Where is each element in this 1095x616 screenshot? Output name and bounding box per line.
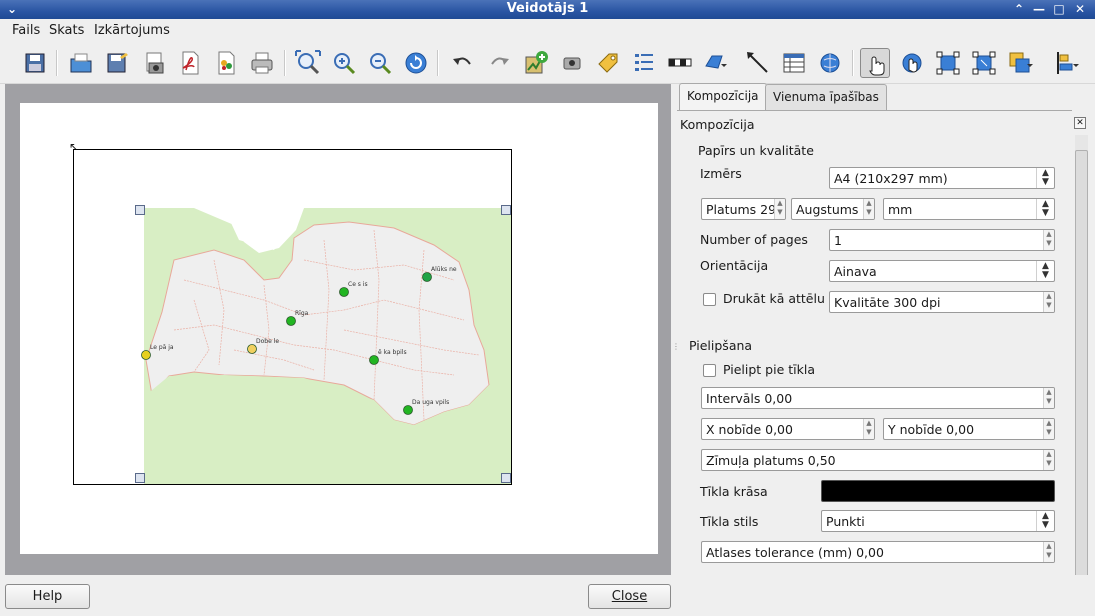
- pen-width-field[interactable]: Zīmuļa platums 0,50 ▲ ▼: [701, 449, 1055, 471]
- paper-size-select[interactable]: A4 (210x297 mm) ▲ ▼: [829, 167, 1055, 189]
- grid-style-select[interactable]: Punkti ▲ ▼: [821, 510, 1055, 532]
- panel-header: Kompozīcija: [680, 117, 755, 132]
- add-arrow-icon[interactable]: [743, 48, 773, 78]
- city-label: Da uga vpils: [412, 399, 449, 406]
- paper-height-field[interactable]: Augstums 2 ▲ ▼: [791, 198, 875, 220]
- properties-panel: Kompozīcija Vienuma īpašības Kompozīcija…: [677, 83, 1090, 582]
- refresh-icon[interactable]: [401, 48, 431, 78]
- toolbar: [0, 42, 1095, 84]
- zoom-out-icon[interactable]: [365, 48, 395, 78]
- group-icon[interactable]: [933, 48, 963, 78]
- resize-handle-top-left[interactable]: [135, 205, 145, 215]
- city-marker: [286, 316, 296, 326]
- shade-icon[interactable]: ⌃: [1010, 1, 1028, 17]
- city-marker: [141, 350, 151, 360]
- minimize-icon[interactable]: —: [1030, 1, 1048, 17]
- add-map-icon[interactable]: [521, 48, 551, 78]
- print-icon[interactable]: [247, 48, 277, 78]
- resize-handle-bottom-right[interactable]: [501, 473, 511, 483]
- help-button[interactable]: Help: [5, 584, 90, 609]
- tab-item-properties[interactable]: Vienuma īpašības: [765, 84, 887, 110]
- resize-handle-top-right[interactable]: [501, 205, 511, 215]
- close-button[interactable]: Close: [588, 584, 671, 609]
- maximize-icon[interactable]: □: [1050, 1, 1068, 17]
- paper-page: ↖ Ce s is Alūks ne Rīga Le pā ja Dobe le…: [20, 103, 658, 554]
- close-panel-icon[interactable]: ✕: [1074, 117, 1086, 129]
- close-window-icon[interactable]: ✕: [1071, 1, 1089, 17]
- undo-icon[interactable]: [448, 48, 478, 78]
- city-label: Rīga: [295, 310, 309, 317]
- menu-view[interactable]: Skats: [49, 23, 84, 38]
- city-label: Le pā ja: [150, 344, 174, 351]
- size-label: Izmērs: [700, 166, 742, 181]
- save-template-icon[interactable]: [102, 48, 132, 78]
- add-scalebar-icon[interactable]: [665, 48, 695, 78]
- add-image-icon[interactable]: [557, 48, 587, 78]
- grid-color-button[interactable]: [821, 480, 1055, 502]
- city-label: Alūks ne: [431, 266, 457, 273]
- orientation-select[interactable]: Ainava ▲ ▼: [829, 260, 1055, 282]
- city-label: Ce s is: [348, 281, 368, 288]
- quality-field[interactable]: Kvalitāte 300 dpi ▲ ▼: [829, 291, 1055, 313]
- add-label-icon[interactable]: [593, 48, 623, 78]
- export-pdf-icon[interactable]: [175, 48, 205, 78]
- open-template-icon[interactable]: [66, 48, 96, 78]
- snap-grid-label: Pielipt pie tīkla: [723, 362, 815, 377]
- snap-grid-checkbox[interactable]: [703, 364, 716, 377]
- export-svg-icon[interactable]: [211, 48, 241, 78]
- tab-composition[interactable]: Kompozīcija: [679, 83, 767, 111]
- redo-icon[interactable]: [484, 48, 514, 78]
- zoom-in-icon[interactable]: [329, 48, 359, 78]
- map-canvas: Ce s is Alūks ne Rīga Le pā ja Dobe le ē ka b…: [141, 208, 511, 484]
- align-icon[interactable]: [1052, 48, 1082, 78]
- export-image-icon[interactable]: [139, 48, 169, 78]
- save-icon[interactable]: [20, 48, 50, 78]
- city-marker: [247, 344, 257, 354]
- scrollbar-thumb[interactable]: [1075, 150, 1088, 582]
- dialog-button-bar: Help Close: [0, 575, 1095, 616]
- selection-tolerance-field[interactable]: Atlases tolerance (mm) 0,00 ▲ ▼: [701, 541, 1055, 563]
- menu-file[interactable]: Fails: [12, 23, 40, 38]
- add-legend-icon[interactable]: [629, 48, 659, 78]
- menu-layout[interactable]: Izkārtojums: [94, 23, 170, 38]
- city-label: ē ka bpils: [378, 349, 407, 356]
- resize-handle-bottom-left[interactable]: [135, 473, 145, 483]
- orientation-label: Orientācija: [700, 258, 769, 273]
- pages-label: Number of pages: [700, 232, 808, 247]
- composition-tab-body: Kompozīcija ✕ Papīrs un kvalitāte Izmērs…: [677, 110, 1086, 575]
- units-select[interactable]: mm ▲ ▼: [883, 198, 1055, 220]
- paper-width-field[interactable]: Platums 29 ▲ ▼: [701, 198, 786, 220]
- grid-interval-field[interactable]: Intervāls 0,00 ▲ ▼: [701, 387, 1055, 409]
- paper-quality-group: Papīrs un kvalitāte: [698, 143, 814, 158]
- x-offset-field[interactable]: X nobīde 0,00 ▲ ▼: [701, 418, 875, 440]
- select-move-icon[interactable]: [860, 48, 890, 78]
- title-bar: ⌄ Veidotājs 1 ⌃ — □ ✕: [0, 0, 1095, 19]
- add-table-icon[interactable]: [779, 48, 809, 78]
- panel-scrollbar[interactable]: [1075, 135, 1088, 582]
- grid-color-label: Tīkla krāsa: [700, 484, 768, 499]
- ungroup-icon[interactable]: [969, 48, 999, 78]
- city-marker: [422, 272, 432, 282]
- raise-lower-icon[interactable]: [1006, 48, 1036, 78]
- zoom-full-icon[interactable]: [293, 48, 323, 78]
- grid-style-label: Tīkla stils: [700, 514, 759, 529]
- pages-field[interactable]: 1 ▲ ▼: [829, 229, 1055, 251]
- y-offset-field[interactable]: Y nobīde 0,00 ▲ ▼: [883, 418, 1055, 440]
- print-as-raster-label: Drukāt kā attēlu: [723, 291, 825, 306]
- city-marker: [369, 355, 379, 365]
- map-item[interactable]: Ce s is Alūks ne Rīga Le pā ja Dobe le ē ka b…: [73, 149, 512, 485]
- add-html-icon[interactable]: [815, 48, 845, 78]
- add-shape-icon[interactable]: [701, 48, 731, 78]
- move-content-icon[interactable]: [897, 48, 927, 78]
- window-title: Veidotājs 1: [506, 1, 589, 16]
- city-marker: [403, 405, 413, 415]
- menu-bar: Fails Skats Izkārtojums: [0, 19, 1095, 42]
- snapping-group: Pielipšana: [689, 338, 753, 353]
- city-label: Dobe le: [256, 338, 279, 345]
- city-marker: [339, 287, 349, 297]
- print-as-raster-checkbox[interactable]: [703, 293, 716, 306]
- composer-canvas[interactable]: ↖ Ce s is Alūks ne Rīga Le pā ja Dobe le…: [5, 84, 671, 575]
